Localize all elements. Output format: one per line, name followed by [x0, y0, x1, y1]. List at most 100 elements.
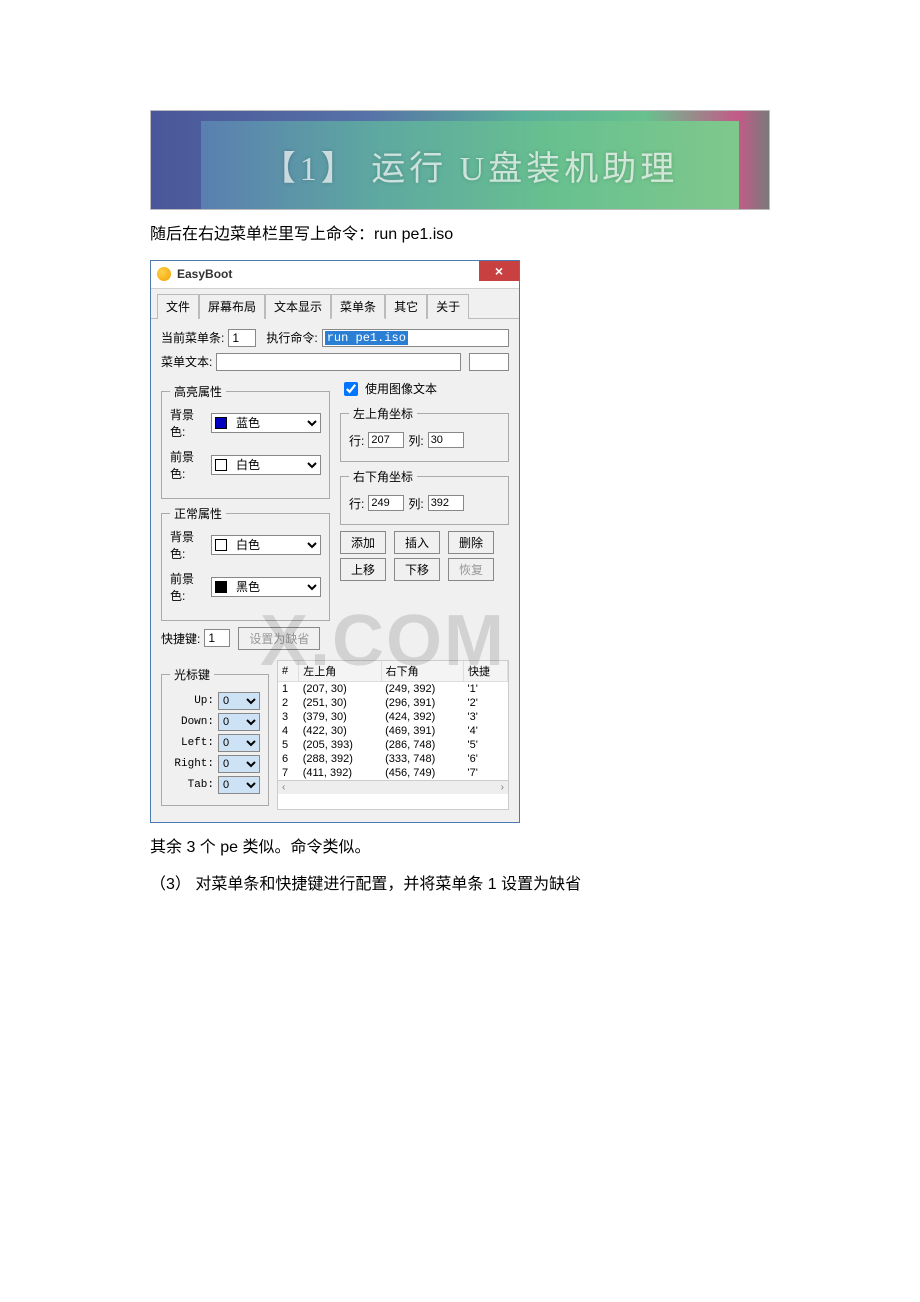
- cursor-left-label: Left:: [181, 737, 214, 749]
- normal-legend: 正常属性: [170, 505, 226, 522]
- set-default-button[interactable]: 设置为缺省: [238, 627, 320, 650]
- col-br[interactable]: 右下角: [381, 661, 463, 682]
- table-cell: '3': [464, 710, 508, 724]
- bottomright-group: 右下角坐标 行: 列:: [340, 468, 509, 525]
- table-cell: (251, 30): [299, 696, 381, 710]
- movedown-button[interactable]: 下移: [394, 558, 440, 581]
- table-cell: (333, 748): [381, 752, 463, 766]
- table-cell: (288, 392): [299, 752, 381, 766]
- col-tl[interactable]: 左上角: [299, 661, 381, 682]
- add-button[interactable]: 添加: [340, 531, 386, 554]
- cursor-down-label: Down:: [181, 716, 214, 728]
- table-cell: (422, 30): [299, 724, 381, 738]
- topleft-col-label: 列:: [408, 432, 423, 449]
- table-row[interactable]: 7(411, 392)(456, 749)'7': [278, 766, 508, 780]
- close-button[interactable]: ×: [479, 261, 519, 281]
- normal-group: 正常属性 背景色: 白色 前景色:: [161, 505, 330, 621]
- table-cell: (379, 30): [299, 710, 381, 724]
- bottomright-col-input[interactable]: [428, 495, 464, 511]
- delete-button[interactable]: 删除: [448, 531, 494, 554]
- col-num[interactable]: #: [278, 661, 299, 682]
- topleft-col-input[interactable]: [428, 432, 464, 448]
- tab-other[interactable]: 其它: [385, 294, 427, 319]
- run-cmd-label: 执行命令:: [266, 329, 317, 346]
- insert-button[interactable]: 插入: [394, 531, 440, 554]
- window-title: EasyBoot: [177, 267, 232, 281]
- table-cell: '6': [464, 752, 508, 766]
- cursor-group: 光标键 Up:0 Down:0 Left:0 Right:0 Tab:0: [161, 666, 269, 806]
- table-cell: 5: [278, 738, 299, 752]
- scroll-left-icon[interactable]: ‹: [282, 782, 285, 793]
- highlight-bg-label: 背景色:: [170, 406, 205, 440]
- table-row[interactable]: 6(288, 392)(333, 748)'6': [278, 752, 508, 766]
- menu-table[interactable]: # 左上角 右下角 快捷 1(207, 30)(249, 392)'1'2(25…: [278, 661, 508, 780]
- menu-text-input[interactable]: [216, 353, 461, 371]
- table-cell: 1: [278, 681, 299, 696]
- cursor-right-select[interactable]: 0: [218, 755, 260, 773]
- table-row[interactable]: 4(422, 30)(469, 391)'4': [278, 724, 508, 738]
- swatch-blue-icon: [215, 417, 227, 429]
- run-cmd-value: run pe1.iso: [325, 331, 408, 345]
- highlight-bg-select[interactable]: 蓝色: [211, 413, 321, 433]
- title-bar: EasyBoot ×: [151, 261, 519, 289]
- table-cell: 3: [278, 710, 299, 724]
- table-cell: (456, 749): [381, 766, 463, 780]
- topleft-row-label: 行:: [349, 432, 364, 449]
- run-cmd-input[interactable]: run pe1.iso: [322, 329, 509, 347]
- highlight-group: 高亮属性 背景色: 蓝色 前景色:: [161, 383, 330, 499]
- cursor-right-label: Right:: [174, 758, 214, 770]
- cursor-down-select[interactable]: 0: [218, 713, 260, 731]
- cursor-left-select[interactable]: 0: [218, 734, 260, 752]
- caption-3: （3） 对菜单条和快捷键进行配置，并将菜单条 1 设置为缺省: [150, 872, 770, 898]
- cursor-tab-select[interactable]: 0: [218, 776, 260, 794]
- normal-fg-select[interactable]: 黑色: [211, 577, 321, 597]
- table-cell: '7': [464, 766, 508, 780]
- table-cell: 6: [278, 752, 299, 766]
- highlight-fg-select[interactable]: 白色: [211, 455, 321, 475]
- banner-text: 【1】 运行 U盘装机助理: [201, 121, 739, 209]
- restore-button[interactable]: 恢复: [448, 558, 494, 581]
- hotkey-input[interactable]: [204, 629, 230, 647]
- bottomright-legend: 右下角坐标: [349, 468, 417, 485]
- easyboot-window: EasyBoot × 文件 屏幕布局 文本显示 菜单条 其它 关于 当前菜单条:…: [150, 260, 520, 823]
- table-cell: '2': [464, 696, 508, 710]
- table-cell: (424, 392): [381, 710, 463, 724]
- menu-text-extra-input[interactable]: [469, 353, 509, 371]
- cursor-tab-label: Tab:: [188, 779, 214, 791]
- table-row[interactable]: 3(379, 30)(424, 392)'3': [278, 710, 508, 724]
- topleft-legend: 左上角坐标: [349, 405, 417, 422]
- table-cell: (411, 392): [299, 766, 381, 780]
- normal-bg-label: 背景色:: [170, 528, 205, 562]
- current-bar-input[interactable]: [228, 329, 256, 347]
- normal-bg-select[interactable]: 白色: [211, 535, 321, 555]
- table-row[interactable]: 1(207, 30)(249, 392)'1': [278, 681, 508, 696]
- col-key[interactable]: 快捷: [464, 661, 508, 682]
- tab-menu-bar[interactable]: 菜单条: [331, 294, 385, 319]
- tab-text-display[interactable]: 文本显示: [265, 294, 331, 319]
- highlight-fg-label: 前景色:: [170, 448, 205, 482]
- table-cell: (296, 391): [381, 696, 463, 710]
- tab-file[interactable]: 文件: [157, 294, 199, 319]
- current-bar-label: 当前菜单条:: [161, 329, 224, 346]
- bottomright-col-label: 列:: [408, 495, 423, 512]
- topleft-row-input[interactable]: [368, 432, 404, 448]
- table-cell: '4': [464, 724, 508, 738]
- table-row[interactable]: 2(251, 30)(296, 391)'2': [278, 696, 508, 710]
- cursor-up-select[interactable]: 0: [218, 692, 260, 710]
- table-cell: 2: [278, 696, 299, 710]
- bottomright-row-input[interactable]: [368, 495, 404, 511]
- table-cell: (207, 30): [299, 681, 381, 696]
- menu-table-wrap: # 左上角 右下角 快捷 1(207, 30)(249, 392)'1'2(25…: [277, 660, 509, 810]
- table-hscroll[interactable]: ‹ ›: [278, 780, 508, 794]
- table-cell: '5': [464, 738, 508, 752]
- banner-image: 【1】 运行 U盘装机助理: [150, 110, 770, 210]
- tab-screen-layout[interactable]: 屏幕布局: [199, 294, 265, 319]
- use-image-text-label: 使用图像文本: [365, 380, 437, 397]
- use-image-text-checkbox[interactable]: [344, 382, 358, 396]
- scroll-right-icon[interactable]: ›: [501, 782, 504, 793]
- moveup-button[interactable]: 上移: [340, 558, 386, 581]
- table-row[interactable]: 5(205, 393)(286, 748)'5': [278, 738, 508, 752]
- hotkey-label: 快捷键:: [161, 630, 200, 647]
- tab-about[interactable]: 关于: [427, 294, 469, 319]
- table-cell: (469, 391): [381, 724, 463, 738]
